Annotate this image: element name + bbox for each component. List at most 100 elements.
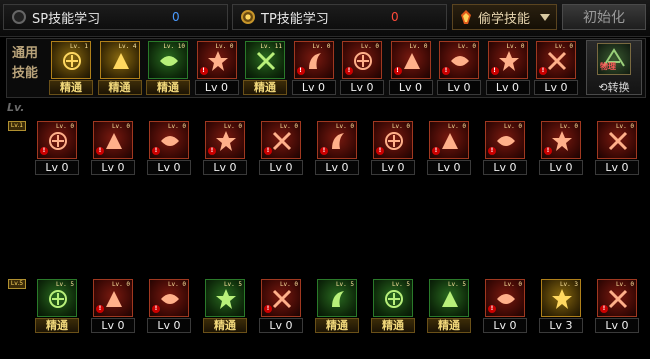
skill-slot[interactable]: Lv. 0! Lv 0 bbox=[147, 121, 191, 175]
heart-shield-icon[interactable]: Lv. 0! bbox=[93, 279, 133, 317]
dash-figure-icon[interactable]: Lv. 0! bbox=[317, 121, 357, 159]
skill-level-tag: Lv. 10 bbox=[163, 43, 185, 50]
arrow-thrust-icon[interactable]: Lv. 0! bbox=[205, 121, 245, 159]
skill-slot[interactable]: Lv. 5 精通 bbox=[315, 279, 359, 333]
explosion-figure-icon[interactable]: Lv. 5 bbox=[373, 279, 413, 317]
skill-slot[interactable]: Lv. 3 Lv 3 bbox=[539, 279, 583, 333]
skill-glyph-icon bbox=[451, 56, 469, 66]
brawler-icon[interactable]: Lv. 0! bbox=[37, 121, 77, 159]
alert-icon: ! bbox=[393, 67, 402, 75]
tab-tp-skills[interactable]: TP技能学习 0 bbox=[232, 4, 447, 30]
skill-slot[interactable]: Lv. 1 精通 bbox=[49, 41, 93, 95]
crosshair-icon[interactable]: Lv. 11 bbox=[245, 41, 285, 79]
skill-slot[interactable]: Lv. 0 Lv 0 bbox=[595, 121, 639, 175]
beast-icon[interactable]: Lv. 0! bbox=[342, 41, 382, 79]
skill-slot[interactable]: Lv. 5 精通 bbox=[203, 279, 247, 333]
steal-skill-dropdown[interactable]: 偷学技能 bbox=[452, 4, 557, 30]
skill-level-tag: Lv. 1 bbox=[69, 43, 88, 50]
skill-slot[interactable]: Lv. 0! Lv 0 bbox=[194, 41, 239, 95]
speed-figure-icon[interactable]: Lv. 5 bbox=[37, 279, 77, 317]
skill-glyph-icon bbox=[216, 131, 236, 151]
radio-unselected-icon bbox=[12, 10, 26, 24]
skill-slot[interactable]: Lv. 0! Lv 0 bbox=[91, 121, 135, 175]
skill-slot[interactable]: Lv. 5 精通 bbox=[35, 279, 79, 333]
spiky-burst-icon[interactable]: Lv. 5 bbox=[205, 279, 245, 317]
skill-level-tag: Lv. 0 bbox=[111, 281, 130, 288]
leaping-figure-icon[interactable]: Lv. 0! bbox=[390, 41, 431, 79]
swirl-icon[interactable]: Lv. 0! bbox=[541, 121, 581, 159]
skill-slot[interactable]: Lv. 0! Lv 0 bbox=[437, 41, 481, 95]
skill-glyph-icon bbox=[207, 51, 228, 71]
skill-level-value: Lv 0 bbox=[539, 160, 583, 175]
skill-level-value: Lv 0 bbox=[203, 160, 247, 175]
mask-icon[interactable]: Lv. 0! bbox=[373, 121, 413, 159]
muscle-arm-icon[interactable]: Lv. 1 bbox=[51, 41, 91, 79]
skill-glyph-icon bbox=[497, 136, 515, 146]
skill-slot[interactable]: Lv. 0! Lv 0 bbox=[203, 121, 247, 175]
skill-level-tag: Lv. 0 bbox=[615, 123, 634, 130]
skill-level-value: 精通 bbox=[35, 318, 79, 333]
skill-level-value: Lv 0 bbox=[595, 160, 639, 175]
feather-strike-icon[interactable]: Lv. 0! bbox=[149, 121, 189, 159]
skill-level-tag: Lv. 0 bbox=[506, 43, 525, 50]
skill-slot[interactable]: Lv. 0! Lv 0 bbox=[147, 279, 191, 333]
skill-slot[interactable]: Lv. 0! Lv 0 bbox=[259, 279, 303, 333]
skill-level-value: Lv 0 bbox=[91, 318, 135, 333]
skill-level-value: Lv 0 bbox=[483, 318, 527, 333]
skill-slot[interactable]: Lv. 0! Lv 0 bbox=[388, 41, 433, 95]
skill-slot[interactable]: Lv. 5 精通 bbox=[371, 279, 415, 333]
skill-level-tag: Lv. 0 bbox=[559, 123, 578, 130]
wings-icon[interactable]: Lv. 0! bbox=[196, 41, 237, 79]
crescent-icon[interactable]: Lv. 0 bbox=[597, 121, 637, 159]
wind-slash-icon[interactable]: Lv. 0! bbox=[429, 121, 469, 159]
skill-level-tag: Lv. 5 bbox=[55, 281, 74, 288]
skill-level-tag: Lv. 5 bbox=[335, 281, 354, 288]
skill-slot[interactable]: Lv. 0! Lv 0 bbox=[35, 121, 79, 175]
ring-burst-icon[interactable]: Lv. 0! bbox=[439, 41, 479, 79]
skill-level-value: Lv 0 bbox=[483, 160, 527, 175]
skill-slot[interactable]: Lv. 0! Lv 0 bbox=[427, 121, 471, 175]
star-burst-icon[interactable]: Lv. 5 bbox=[317, 279, 357, 317]
reset-button[interactable]: 初始化 bbox=[562, 4, 646, 30]
skill-slot[interactable]: Lv. 5 精通 bbox=[427, 279, 471, 333]
skill-slot[interactable]: Lv. 0! Lv 0 bbox=[534, 41, 578, 95]
skill-slot[interactable]: Lv. 0! Lv 0 bbox=[315, 121, 359, 175]
skill-slot[interactable]: Lv. 0! Lv 0 bbox=[371, 121, 415, 175]
serpent-icon[interactable]: Lv. 0! bbox=[536, 41, 576, 79]
skill-slot[interactable]: Lv. 0! Lv 0 bbox=[259, 121, 303, 175]
swap-type-button[interactable]: 物理 ⟲转换 bbox=[586, 40, 642, 95]
skill-slot[interactable]: Lv. 0! Lv 0 bbox=[539, 121, 583, 175]
alert-icon: ! bbox=[199, 67, 208, 75]
kick-figure-icon[interactable]: Lv. 5 bbox=[429, 279, 469, 317]
common-skills-label: 通用技能 bbox=[11, 46, 38, 81]
skill-level-value: Lv 0 bbox=[437, 80, 481, 95]
running-figure-icon[interactable]: Lv. 10 bbox=[148, 41, 188, 79]
skill-slot[interactable]: Lv. 4 精通 bbox=[97, 41, 142, 95]
tab-sp-label: SP技能学习 bbox=[32, 11, 101, 27]
skill-level-value: Lv 0 bbox=[147, 160, 191, 175]
alert-icon: ! bbox=[488, 147, 496, 155]
skill-slot[interactable]: Lv. 0! Lv 0 bbox=[340, 41, 384, 95]
armored-figure-icon[interactable]: Lv. 0! bbox=[487, 41, 528, 79]
skill-slot[interactable]: Lv. 0! Lv 0 bbox=[485, 41, 530, 95]
claw-slash-icon[interactable]: Lv. 0! bbox=[93, 121, 133, 159]
target-icon[interactable]: Lv. 0! bbox=[293, 41, 334, 79]
skill-slot[interactable]: Lv. 0! Lv 0 bbox=[483, 279, 527, 333]
shield-cross-icon[interactable]: Lv. 0! bbox=[261, 121, 301, 159]
rocket-icon[interactable]: Lv. 0! bbox=[149, 279, 189, 317]
skill-slot[interactable]: Lv. 0! Lv 0 bbox=[91, 279, 135, 333]
skill-slot[interactable]: Lv. 10 精通 bbox=[146, 41, 190, 95]
vortex-icon[interactable]: Lv. 0! bbox=[261, 279, 301, 317]
flexing-figure-icon[interactable]: Lv. 4 bbox=[99, 41, 140, 79]
skill-slot[interactable]: Lv. 11 精通 bbox=[243, 41, 287, 95]
fire-burst-icon[interactable]: Lv. 0! bbox=[485, 279, 525, 317]
skill-level-value: Lv 0 bbox=[147, 318, 191, 333]
skill-glyph-icon bbox=[608, 289, 628, 309]
fire-figure-icon[interactable]: Lv. 0! bbox=[597, 279, 637, 317]
wave-strike-icon[interactable]: Lv. 3 bbox=[541, 279, 581, 317]
skill-slot[interactable]: Lv. 0! Lv 0 bbox=[595, 279, 639, 333]
dagger-cross-icon[interactable]: Lv. 0! bbox=[485, 121, 525, 159]
tab-sp-skills[interactable]: SP技能学习 0 bbox=[3, 4, 228, 30]
skill-slot[interactable]: Lv. 0! Lv 0 bbox=[291, 41, 336, 95]
skill-slot[interactable]: Lv. 0! Lv 0 bbox=[483, 121, 527, 175]
